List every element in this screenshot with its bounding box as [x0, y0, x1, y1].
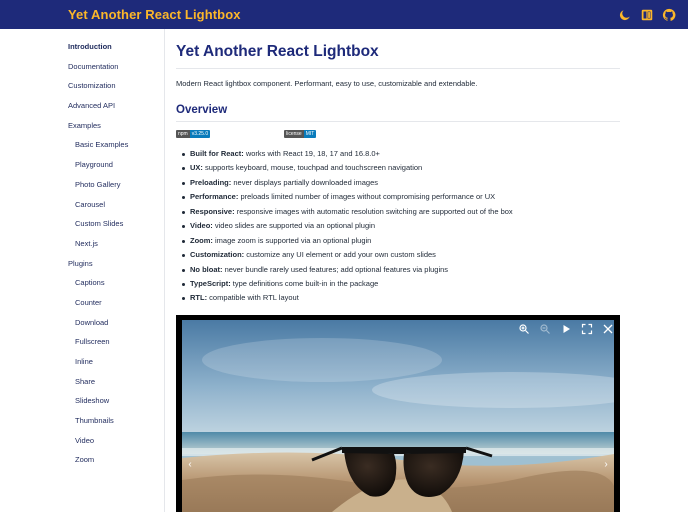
feature-text: never displays partially downloaded imag…	[231, 177, 379, 187]
sidebar-item-custom-slides[interactable]: Custom Slides	[0, 214, 164, 234]
feature-term: Video:	[190, 221, 213, 231]
feature-text: never bundle rarely used features; add o…	[222, 264, 449, 274]
next-button[interactable]: ›	[601, 459, 611, 471]
main-content: Yet Another React Lightbox Modern React …	[176, 29, 620, 512]
sidebar-item-carousel[interactable]: Carousel	[0, 195, 164, 215]
sidebar-item-playground[interactable]: Playground	[0, 155, 164, 175]
feature-item: Built for React: works with React 19, 18…	[182, 147, 620, 161]
feature-term: Preloading:	[190, 177, 232, 187]
overview-heading: Overview	[176, 104, 620, 122]
feature-term: RTL:	[190, 293, 208, 303]
sidebar-item-video[interactable]: Video	[0, 431, 164, 451]
site-title[interactable]: Yet Another React Lightbox	[68, 7, 241, 22]
sidebar-item-fullscreen[interactable]: Fullscreen	[0, 332, 164, 352]
sidebar-item-share[interactable]: Share	[0, 372, 164, 392]
badge-value: v3.25.0	[189, 130, 211, 138]
sidebar-item-inline[interactable]: Inline	[0, 352, 164, 372]
sidebar-item-basic-examples[interactable]: Basic Examples	[0, 135, 164, 155]
feature-text: customize any UI element or add your own…	[244, 250, 436, 260]
feature-item: Preloading: never displays partially dow…	[182, 176, 620, 190]
lightbox-demo[interactable]: ‹ ›	[176, 315, 620, 512]
feature-term: TypeScript:	[190, 278, 231, 288]
sidebar-item-examples[interactable]: Examples	[0, 116, 164, 136]
moon-icon[interactable]	[618, 8, 632, 22]
feature-item: Video: video slides are supported via an…	[182, 219, 620, 233]
page-title: Yet Another React Lightbox	[176, 43, 620, 69]
sidebar-nav: Introduction Documentation Customization Ad…	[0, 29, 165, 512]
beach-sunglasses-photo	[182, 320, 614, 512]
zoom-in-icon[interactable]	[518, 323, 530, 335]
license-badge[interactable]: license MIT	[284, 130, 317, 138]
feature-term: Customization:	[190, 250, 245, 260]
feature-text: video slides are supported via an option…	[212, 221, 375, 231]
sidebar-item-slideshow[interactable]: Slideshow	[0, 391, 164, 411]
sidebar-item-next-js[interactable]: Next.js	[0, 234, 164, 254]
feature-text: type definitions come built-in in the pa…	[230, 278, 379, 288]
sidebar-item-customization[interactable]: Customization	[0, 76, 164, 96]
prev-button[interactable]: ‹	[185, 459, 195, 471]
feature-item: No bloat: never bundle rarely used featu…	[182, 263, 620, 277]
badge-value: MIT	[303, 130, 317, 138]
play-icon[interactable]	[560, 323, 572, 335]
fullscreen-icon[interactable]	[581, 323, 593, 335]
sidebar-item-download[interactable]: Download	[0, 313, 164, 333]
close-icon[interactable]	[602, 323, 614, 335]
feature-term: Zoom:	[190, 235, 213, 245]
sidebar-item-counter[interactable]: Counter	[0, 293, 164, 313]
feature-item: Customization: customize any UI element …	[182, 248, 620, 262]
feature-item: RTL: compatible with RTL layout	[182, 291, 620, 305]
badge-key: npm	[176, 130, 190, 138]
feature-item: Responsive: responsive images with autom…	[182, 205, 620, 219]
feature-term: No bloat:	[190, 264, 223, 274]
feature-text: responsive images with automatic resolut…	[234, 206, 513, 216]
feature-text: supports keyboard, mouse, touchpad and t…	[202, 163, 423, 173]
sidebar-item-thumbnails[interactable]: Thumbnails	[0, 411, 164, 431]
feature-text: image zoom is supported via an optional …	[212, 235, 372, 245]
lightbox-toolbar	[518, 323, 614, 335]
feature-term: UX:	[190, 163, 203, 173]
top-bar: Yet Another React Lightbox	[0, 0, 688, 29]
book-icon[interactable]	[640, 8, 654, 22]
sidebar-item-photo-gallery[interactable]: Photo Gallery	[0, 175, 164, 195]
feature-item: Performance: preloads limited number of …	[182, 190, 620, 204]
feature-term: Built for React:	[190, 149, 244, 158]
badge-row: npm v3.25.0 license MIT	[176, 130, 620, 138]
sidebar-item-introduction[interactable]: Introduction	[0, 37, 164, 57]
feature-term: Responsive:	[190, 206, 235, 216]
npm-badge[interactable]: npm v3.25.0	[176, 130, 211, 138]
sidebar-item-captions[interactable]: Captions	[0, 273, 164, 293]
header-actions	[618, 8, 676, 22]
badge-key: license	[284, 130, 304, 138]
feature-item: Zoom: image zoom is supported via an opt…	[182, 234, 620, 248]
sidebar-item-advanced-api[interactable]: Advanced API	[0, 96, 164, 116]
sidebar-item-documentation[interactable]: Documentation	[0, 57, 164, 77]
feature-item: TypeScript: type definitions come built-…	[182, 277, 620, 291]
feature-text: works with React 19, 18, 17 and 16.8.0+	[243, 149, 380, 158]
github-icon[interactable]	[662, 8, 676, 22]
intro-text: Modern React lightbox component. Perform…	[176, 79, 478, 88]
feature-term: Performance:	[190, 192, 239, 202]
sidebar-item-plugins[interactable]: Plugins	[0, 254, 164, 274]
zoom-out-icon[interactable]	[539, 323, 551, 335]
feature-text: preloads limited number of images withou…	[238, 192, 496, 202]
feature-item: UX: supports keyboard, mouse, touchpad a…	[182, 161, 620, 175]
feature-list: Built for React: works with React 19, 18…	[176, 147, 620, 306]
feature-text: compatible with RTL layout	[207, 293, 299, 303]
sidebar-item-zoom[interactable]: Zoom	[0, 450, 164, 470]
